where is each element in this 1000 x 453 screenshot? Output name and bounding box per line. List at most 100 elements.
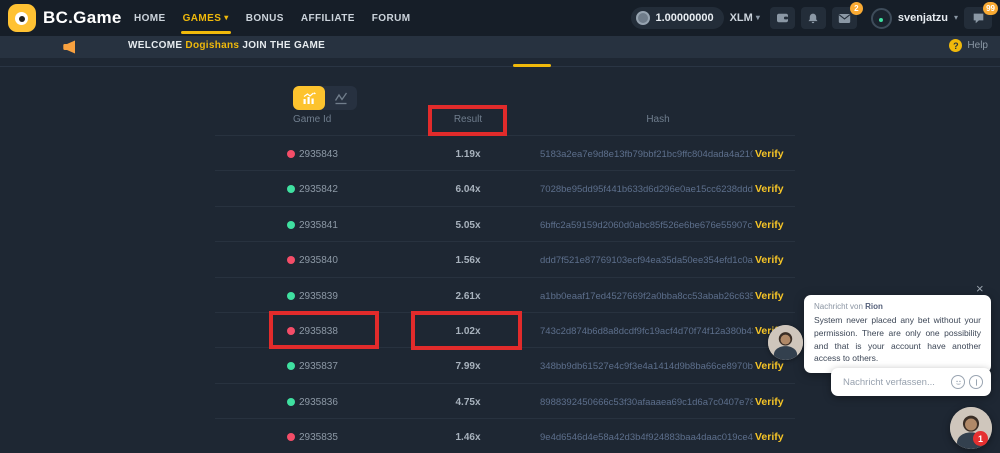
status-dot <box>287 256 295 264</box>
verify-link[interactable]: Verify <box>755 183 784 195</box>
status-dot <box>287 362 295 370</box>
result-value: 2.61x <box>429 291 507 302</box>
status-dot <box>287 185 295 193</box>
main-nav: HOME GAMES▾ BONUS AFFILIATE FORUM <box>134 0 410 36</box>
currency-label: XLM <box>730 12 753 24</box>
chat-close-icon[interactable]: × <box>976 281 984 296</box>
chat-input-container <box>831 368 991 396</box>
result-value: 1.46x <box>429 432 507 443</box>
status-dot <box>287 433 295 441</box>
result-value: 4.75x <box>429 397 507 408</box>
page: BC.Game HOME GAMES▾ BONUS AFFILIATE FORU… <box>0 0 1000 453</box>
table-row: 2935839 2.61x a1bb0eaaf17ed4527669f2a0bb… <box>215 277 795 312</box>
nav-item-affiliate[interactable]: AFFILIATE <box>301 0 355 36</box>
site-chat-button[interactable]: 99 <box>964 7 992 29</box>
result-value: 1.02x <box>429 326 507 337</box>
nav-item-forum[interactable]: FORUM <box>372 0 411 36</box>
trend-line-icon <box>334 92 348 105</box>
megaphone-icon <box>61 39 78 55</box>
chevron-down-icon: ▾ <box>756 14 760 22</box>
verify-link[interactable]: Verify <box>755 148 784 160</box>
nav-item-home[interactable]: HOME <box>134 0 166 36</box>
result-value: 1.19x <box>429 149 507 160</box>
trends-view-button[interactable] <box>325 86 357 110</box>
game-id: 2935839 <box>299 291 338 302</box>
verify-link[interactable]: Verify <box>755 396 784 408</box>
status-dot <box>287 150 295 158</box>
table-row: 2935836 4.75x 8988392450666c53f30afaaaea… <box>215 383 795 418</box>
status-dot <box>287 327 295 335</box>
help-button[interactable]: ? Help <box>949 39 988 52</box>
coin-icon <box>636 11 650 25</box>
welcome-suffix: JOIN THE GAME <box>242 40 325 51</box>
game-id: 2935836 <box>299 397 338 408</box>
game-id: 2935837 <box>299 361 338 372</box>
status-dot <box>287 292 295 300</box>
tabbar-divider <box>0 66 1000 67</box>
currency-selector[interactable]: XLM ▾ <box>730 12 760 24</box>
bell-icon <box>807 12 819 25</box>
status-dot <box>287 398 295 406</box>
verify-link[interactable]: Verify <box>755 254 784 266</box>
table-row: 2935842 6.04x 7028be95dd95f441b633d6d296… <box>215 170 795 205</box>
wallet-icon <box>776 12 789 24</box>
chat-sender-name: Rion <box>865 302 883 311</box>
notifications-button[interactable] <box>801 7 826 29</box>
view-toggle-group <box>293 86 357 110</box>
chevron-down-icon: ▾ <box>224 14 228 22</box>
verify-link[interactable]: Verify <box>755 431 784 443</box>
my-bets-view-button[interactable] <box>293 86 325 110</box>
chat-sender-avatar <box>768 325 803 360</box>
game-id: 2935843 <box>299 149 338 160</box>
announcement-text: WELCOME Dogishans JOIN THE GAME <box>128 40 325 51</box>
result-value: 1.56x <box>429 255 507 266</box>
status-dot <box>287 221 295 229</box>
table-row: 2935841 5.05x 6bffc2a59159d2060d0abc85f5… <box>215 206 795 241</box>
attachment-icon[interactable] <box>969 375 983 389</box>
table-row: 2935835 1.46x 9e4d6546d4e58a42d3b4f92488… <box>215 418 795 453</box>
wallet-button[interactable] <box>770 7 795 29</box>
hash-value: 7028be95dd95f441b633d6d296e0ae15cc6238dd… <box>540 184 753 195</box>
hash-value: ddd7f521e87769103ecf94ea35da50ee354efd1c… <box>540 255 753 266</box>
chat-message-input[interactable] <box>843 377 951 388</box>
verify-link[interactable]: Verify <box>755 219 784 231</box>
results-table-body: 2935843 1.19x 5183a2ea7e9d8e13fb79bbf21b… <box>215 135 795 453</box>
table-row: 2935840 1.56x ddd7f521e87769103ecf94ea35… <box>215 241 795 276</box>
game-id: 2935842 <box>299 184 338 195</box>
username-label: svenjatzu <box>898 12 948 24</box>
hash-value: 348bb9db61527e4c9f3e4a1414d9b8ba66ce8970… <box>540 361 753 372</box>
verify-link[interactable]: Verify <box>755 360 784 372</box>
game-id: 2935835 <box>299 432 338 443</box>
nav-item-games[interactable]: GAMES▾ <box>183 0 229 36</box>
chat-unread-badge: 1 <box>973 431 988 446</box>
verify-link[interactable]: Verify <box>755 290 784 302</box>
hash-value: 5183a2ea7e9d8e13fb79bbf21bc9ffc804dada4a… <box>540 149 753 160</box>
table-row: 2935837 7.99x 348bb9db61527e4c9f3e4a1414… <box>215 347 795 382</box>
hash-value: 6bffc2a59159d2060d0abc85f526e6be676e5590… <box>540 220 753 231</box>
emoji-icon[interactable] <box>951 375 965 389</box>
balance-amount: 1.00000000 <box>655 12 713 24</box>
result-value: 5.05x <box>429 220 507 231</box>
brand-logo[interactable]: BC.Game <box>8 4 122 32</box>
chat-message-meta: Nachricht von Rion <box>814 302 981 311</box>
envelope-icon <box>838 13 851 24</box>
result-value: 6.04x <box>429 184 507 195</box>
hash-value: a1bb0eaaf17ed4527669f2a0bba8cc53abab26c6… <box>540 291 753 302</box>
top-header: BC.Game HOME GAMES▾ BONUS AFFILIATE FORU… <box>0 0 1000 36</box>
hash-value: 8988392450666c53f30afaaaea69c1d6a7c0407e… <box>540 397 753 408</box>
welcome-username[interactable]: Dogishans <box>185 40 239 51</box>
user-avatar <box>871 8 892 29</box>
welcome-prefix: WELCOME <box>128 40 182 51</box>
chevron-down-icon: ▾ <box>954 14 958 22</box>
column-header-game-id: Game Id <box>293 114 331 125</box>
messages-button[interactable]: 2 <box>832 7 857 29</box>
bcgame-logo-icon <box>8 4 36 32</box>
table-row: 2935843 1.19x 5183a2ea7e9d8e13fb79bbf21b… <box>215 135 795 170</box>
table-row: 2935838 1.02x 743c2d874b6d8a8dcdf9fc19ac… <box>215 312 795 347</box>
header-right-controls: 1.00000000 XLM ▾ 2 svenjatzu ▾ <box>631 0 992 36</box>
chat-message-text: System never placed any bet without your… <box>814 314 981 365</box>
question-icon: ? <box>949 39 962 52</box>
user-menu[interactable]: svenjatzu ▾ <box>871 8 958 29</box>
nav-item-bonus[interactable]: BONUS <box>246 0 284 36</box>
balance-display[interactable]: 1.00000000 <box>631 7 723 29</box>
